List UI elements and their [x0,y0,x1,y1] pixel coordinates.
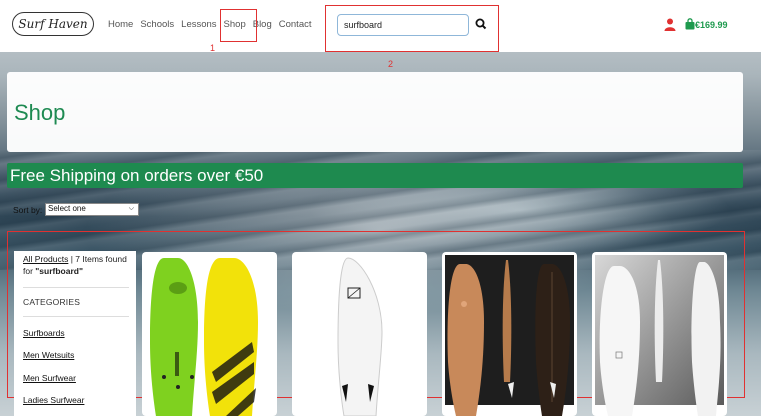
category-link-surfboards[interactable]: Surfboards [23,328,65,338]
results-summary: All Products | 7 Items found for "surfbo… [23,253,131,277]
category-link-men-wetsuits[interactable]: Men Wetsuits [23,350,74,360]
annotation-box-1 [220,9,257,42]
category-link-ladies-surfwear[interactable]: Ladies Surfwear [23,395,84,405]
annotation-label-1: 1 [210,43,216,53]
cart-total[interactable]: €169.99 [695,20,728,30]
search-query: "surfboard" [35,266,84,276]
all-products-link[interactable]: All Products [23,254,68,264]
category-link-men-surfwear[interactable]: Men Surfwear [23,373,76,383]
logo[interactable]: Surf Haven [12,12,94,36]
sort-select[interactable]: Select one ⌵ [45,203,139,216]
divider [23,287,129,288]
promo-text: Free Shipping on orders over €50 [10,166,264,185]
promo-banner: Free Shipping on orders over €50 [7,163,743,188]
shop-header: Shop [7,72,743,152]
annotation-box-2 [325,5,499,52]
categories-heading: CATEGORIES [23,297,81,307]
product-image [595,255,724,416]
product-image [445,255,574,416]
sort-label: Sort by: [13,205,43,215]
filter-sidebar: All Products | 7 Items found for "surfbo… [14,251,136,416]
shopping-bag-icon[interactable] [685,18,695,30]
user-icon[interactable] [664,18,676,31]
nav-link-lessons[interactable]: Lessons [181,19,216,30]
nav-link-contact[interactable]: Contact [279,19,312,30]
product-card[interactable] [592,252,727,416]
product-card[interactable] [292,252,427,416]
product-image [337,257,383,416]
sort-selected-value: Select one [48,204,86,213]
nav-link-schools[interactable]: Schools [140,19,174,30]
nav-link-home[interactable]: Home [108,19,133,30]
chevron-down-icon: ⌵ [128,205,134,212]
product-card[interactable] [442,252,577,416]
product-image [150,258,258,416]
divider [23,316,129,317]
product-card[interactable] [142,252,277,416]
annotation-label-2: 2 [388,59,394,69]
page-title: Shop [14,100,66,125]
nav-links: Home Schools Lessons Shop Blog Contact [108,19,319,30]
